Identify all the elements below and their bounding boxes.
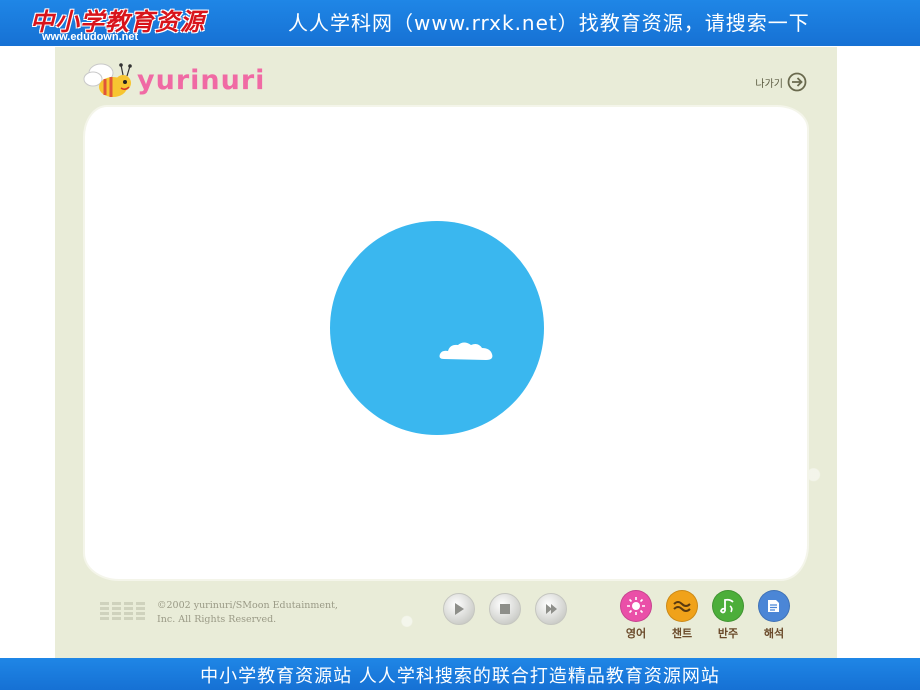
exit-label: 나가기 xyxy=(755,78,783,90)
next-icon xyxy=(546,604,557,614)
animation-stage xyxy=(85,107,807,579)
wave-icon xyxy=(673,601,691,612)
banner-slogan: 人人学科网（www.rrxk.net）找教育资源，请搜索一下 xyxy=(288,11,810,35)
note-icon xyxy=(720,598,734,614)
player-frame: yurinuri 나가기 ©2002 yurinuri/SMoon Edutai… xyxy=(55,47,837,658)
mode-icon-bg xyxy=(758,590,790,622)
bottom-banner: 中小学教育资源站 人人学科搜索的联合打造精品教育资源网站 xyxy=(0,658,920,690)
play-icon xyxy=(455,603,464,615)
mode-english-button[interactable]: 영어 xyxy=(616,590,656,640)
volume-meter-icon[interactable] xyxy=(100,600,150,624)
brand-logo: yurinuri xyxy=(83,61,265,101)
sun-icon xyxy=(627,597,645,615)
top-banner: 中小学教育资源 www.edudown.net 人人学科网（www.rrxk.n… xyxy=(0,0,920,46)
mode-label: 챈트 xyxy=(671,627,693,640)
mode-icon-bg xyxy=(666,590,698,622)
stop-icon xyxy=(500,604,510,614)
brand-name: yurinuri xyxy=(137,64,266,96)
copyright-line: ©2002 yurinuri/SMoon Edutainment, xyxy=(157,600,338,611)
copyright-notice: ©2002 yurinuri/SMoon Edutainment, Inc. A… xyxy=(157,599,338,627)
mode-chant-button[interactable]: 챈트 xyxy=(662,590,702,640)
mode-label: 영어 xyxy=(625,627,647,640)
exit-button[interactable]: 나가기 xyxy=(755,72,807,92)
cloud-icon xyxy=(439,342,493,360)
next-button[interactable] xyxy=(535,593,567,625)
mode-label: 반주 xyxy=(717,627,739,640)
book-icon xyxy=(768,600,779,612)
bee-icon xyxy=(83,63,132,97)
mode-icon-bg xyxy=(712,590,744,622)
arrow-right-icon xyxy=(787,72,807,92)
play-button[interactable] xyxy=(443,593,475,625)
mode-label: 해석 xyxy=(763,627,785,640)
stop-button[interactable] xyxy=(489,593,521,625)
globe-illustration xyxy=(330,221,544,435)
site-domain[interactable]: www.edudown.net xyxy=(42,31,138,43)
mode-translation-button[interactable]: 해석 xyxy=(754,590,794,640)
mode-icon-bg xyxy=(620,590,652,622)
mode-accompaniment-button[interactable]: 반주 xyxy=(708,590,748,640)
bottom-banner-text[interactable]: 中小学教育资源站 人人学科搜索的联合打造精品教育资源网站 xyxy=(200,662,720,688)
copyright-line: Inc. All Rights Reserved. xyxy=(157,614,277,625)
